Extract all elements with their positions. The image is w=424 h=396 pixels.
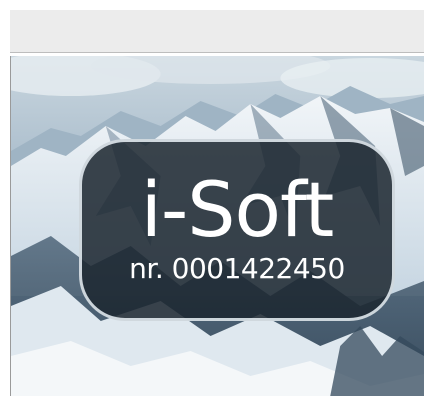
title-bar[interactable]	[10, 10, 424, 53]
brand-name: i-Soft	[140, 165, 335, 254]
serial-number: nr. 0001422450	[129, 252, 345, 285]
splash-screen: i-Soft nr. 0001422450	[10, 56, 424, 396]
application-window: i-Soft nr. 0001422450	[10, 10, 424, 396]
license-badge: i-Soft nr. 0001422450	[79, 139, 395, 321]
